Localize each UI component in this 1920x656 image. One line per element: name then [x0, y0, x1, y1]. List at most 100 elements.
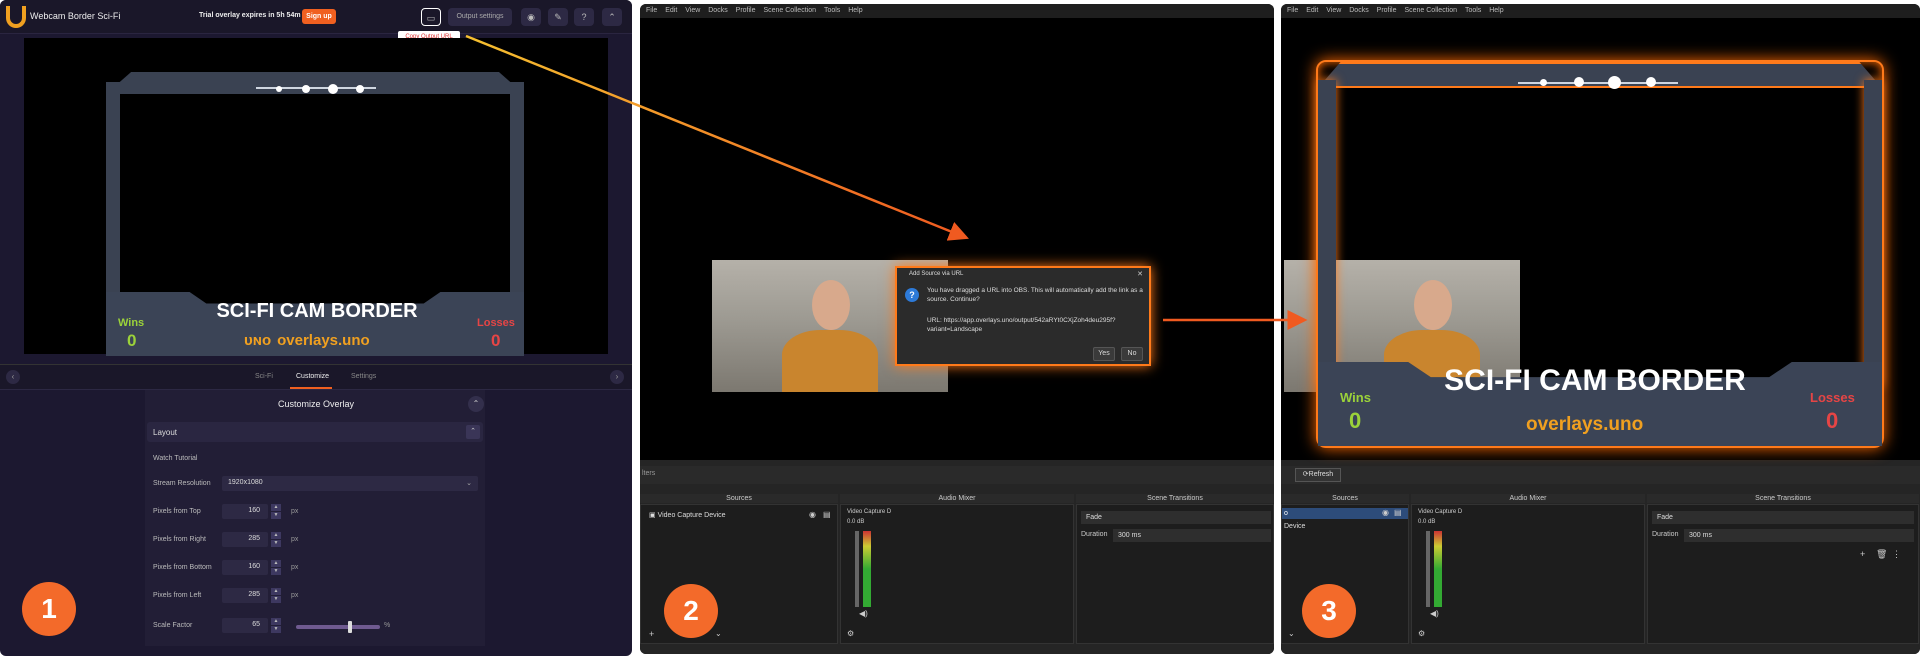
- prev-arrow-icon[interactable]: ‹: [6, 370, 20, 384]
- audio-meter: [863, 531, 871, 607]
- monitor-icon[interactable]: ▭: [421, 8, 441, 26]
- pixels-top-unit: px: [291, 508, 299, 515]
- wins-label-obs: Wins: [1340, 390, 1371, 405]
- next-arrow-icon[interactable]: ›: [610, 370, 624, 384]
- menu-docks[interactable]: Docks: [1349, 4, 1368, 18]
- menu-docks[interactable]: Docks: [708, 4, 727, 18]
- pixels-top-stepper[interactable]: ▲ ▼: [271, 504, 281, 519]
- output-settings-button[interactable]: Output settings: [448, 8, 512, 26]
- pixels-right-stepper[interactable]: ▲ ▼: [271, 532, 281, 547]
- overlay-site: ᴜɴᴏ overlays.uno: [244, 332, 370, 349]
- pixels-left-input[interactable]: 285: [222, 588, 268, 603]
- obs-toolbar: lters: [640, 466, 1274, 484]
- stream-resolution-select[interactable]: 1920x1080 ⌄: [222, 476, 478, 491]
- layout-collapse-icon[interactable]: ⌃: [466, 425, 480, 439]
- pixels-right-input[interactable]: 285: [222, 532, 268, 547]
- mixer-gear-icon[interactable]: ⚙: [1418, 629, 1425, 638]
- help-icon[interactable]: ?: [574, 8, 594, 26]
- no-button[interactable]: No: [1121, 347, 1143, 361]
- menu-edit[interactable]: Edit: [665, 4, 677, 18]
- overlay-site-obs: overlays.uno: [1526, 414, 1644, 435]
- menu-tools[interactable]: Tools: [1465, 4, 1481, 18]
- more-options-chevron-icon[interactable]: ⌄: [715, 629, 722, 638]
- slider-handle[interactable]: [348, 621, 352, 633]
- question-icon: ?: [905, 288, 919, 302]
- active-tab-underline: [290, 387, 332, 389]
- lock-icon[interactable]: ▤: [823, 510, 831, 519]
- menu-profile[interactable]: Profile: [736, 4, 756, 18]
- volume-slider[interactable]: [855, 531, 859, 607]
- duration-input[interactable]: 300 ms: [1113, 529, 1271, 542]
- chevron-down-icon: ⌄: [466, 480, 472, 487]
- tab-settings[interactable]: Settings: [351, 373, 376, 380]
- audio-db: 0.0 dB: [1418, 519, 1436, 525]
- menu-file[interactable]: File: [1287, 4, 1298, 18]
- audio-channel-name: Video Capture D: [1418, 509, 1463, 515]
- overlay-banner-obs: SCI-FI CAM BORDER: [1444, 364, 1746, 397]
- dialog-message: You have dragged a URL into OBS. This wi…: [927, 287, 1143, 303]
- menu-tools[interactable]: Tools: [824, 4, 840, 18]
- add-source-icon[interactable]: +: [649, 629, 654, 639]
- source-video-capture[interactable]: ▣ Video Capture Device: [649, 511, 726, 519]
- pixels-top-input[interactable]: 160: [222, 504, 268, 519]
- more-options-chevron-icon[interactable]: ⌄: [1288, 629, 1295, 638]
- step-badge-2: 2: [664, 584, 718, 638]
- more-icon[interactable]: ⋮: [1892, 549, 1901, 560]
- pixels-bottom-stepper[interactable]: ▲ ▼: [271, 560, 281, 575]
- refresh-button[interactable]: ⟳Refresh: [1295, 468, 1341, 482]
- menu-help[interactable]: Help: [848, 4, 862, 18]
- menu-scene-collection[interactable]: Scene Collection: [1404, 4, 1457, 18]
- speaker-icon[interactable]: ◀): [859, 609, 868, 618]
- menu-help[interactable]: Help: [1489, 4, 1503, 18]
- tab-sci-fi[interactable]: Sci-Fi: [255, 373, 273, 380]
- duration-input[interactable]: 300 ms: [1684, 529, 1914, 542]
- audio-mixer-header: Audio Mixer: [1411, 494, 1645, 503]
- menu-view[interactable]: View: [1326, 4, 1341, 18]
- filters-tab[interactable]: lters: [642, 470, 655, 477]
- delete-transition-icon[interactable]: 🗑: [1876, 549, 1887, 560]
- source-item-device[interactable]: Device: [1284, 523, 1305, 530]
- transition-select[interactable]: Fade: [1081, 511, 1271, 524]
- menu-edit[interactable]: Edit: [1306, 4, 1318, 18]
- collapse-icon[interactable]: ⌃: [602, 8, 622, 26]
- scale-factor-slider[interactable]: [296, 621, 380, 633]
- menu-file[interactable]: File: [646, 4, 657, 18]
- scale-factor-input[interactable]: 65: [222, 618, 268, 633]
- audio-mixer-dock: Video Capture D 0.0 dB ◀) ⚙: [840, 504, 1074, 644]
- lock-icon[interactable]: ▤: [1394, 508, 1402, 517]
- wins-value: 0: [127, 331, 137, 350]
- source-item-selected[interactable]: o: [1282, 508, 1408, 519]
- close-icon[interactable]: ✕: [1137, 270, 1143, 278]
- wins-value-obs: 0: [1349, 408, 1362, 433]
- mixer-gear-icon[interactable]: ⚙: [847, 629, 854, 638]
- add-transition-icon[interactable]: +: [1860, 549, 1865, 559]
- sign-up-button[interactable]: Sign up: [302, 9, 336, 24]
- layout-section-header[interactable]: [147, 422, 483, 442]
- pixels-bottom-input[interactable]: 160: [222, 560, 268, 575]
- trial-countdown: Trial overlay expires in 5h 54m 44s: [199, 12, 315, 19]
- yes-button[interactable]: Yes: [1093, 347, 1115, 361]
- pixels-left-stepper[interactable]: ▲ ▼: [271, 588, 281, 603]
- collapse-customize-icon[interactable]: ⌃: [468, 396, 484, 412]
- pixels-right-unit: px: [291, 536, 299, 543]
- transition-select[interactable]: Fade: [1652, 511, 1914, 524]
- scale-factor-stepper[interactable]: ▲ ▼: [271, 618, 281, 633]
- tab-customize[interactable]: Customize: [296, 373, 329, 380]
- overlays-uno-logo-icon[interactable]: [6, 6, 26, 28]
- step-badge-1: 1: [22, 582, 76, 636]
- wrench-icon[interactable]: ✎: [548, 8, 568, 26]
- speaker-icon[interactable]: ◀): [1430, 609, 1439, 618]
- top-bar: Webcam Border Sci-Fi Trial overlay expir…: [0, 0, 632, 34]
- audio-mixer-dock: Video Capture D 0.0 dB ◀) ⚙: [1411, 504, 1645, 644]
- menu-view[interactable]: View: [685, 4, 700, 18]
- visibility-eye-icon[interactable]: ◉: [809, 510, 816, 519]
- menu-profile[interactable]: Profile: [1377, 4, 1397, 18]
- volume-slider[interactable]: [1426, 531, 1430, 607]
- pixels-top-label: Pixels from Top: [153, 508, 201, 515]
- audio-mixer-header: Audio Mixer: [840, 494, 1074, 503]
- watch-tutorial-link[interactable]: Watch Tutorial: [153, 455, 197, 462]
- menu-scene-collection[interactable]: Scene Collection: [763, 4, 816, 18]
- eye-icon[interactable]: ◉: [521, 8, 541, 26]
- visibility-eye-icon[interactable]: ◉: [1382, 508, 1389, 517]
- scene-transitions-dock: Fade Duration 300 ms: [1076, 504, 1274, 644]
